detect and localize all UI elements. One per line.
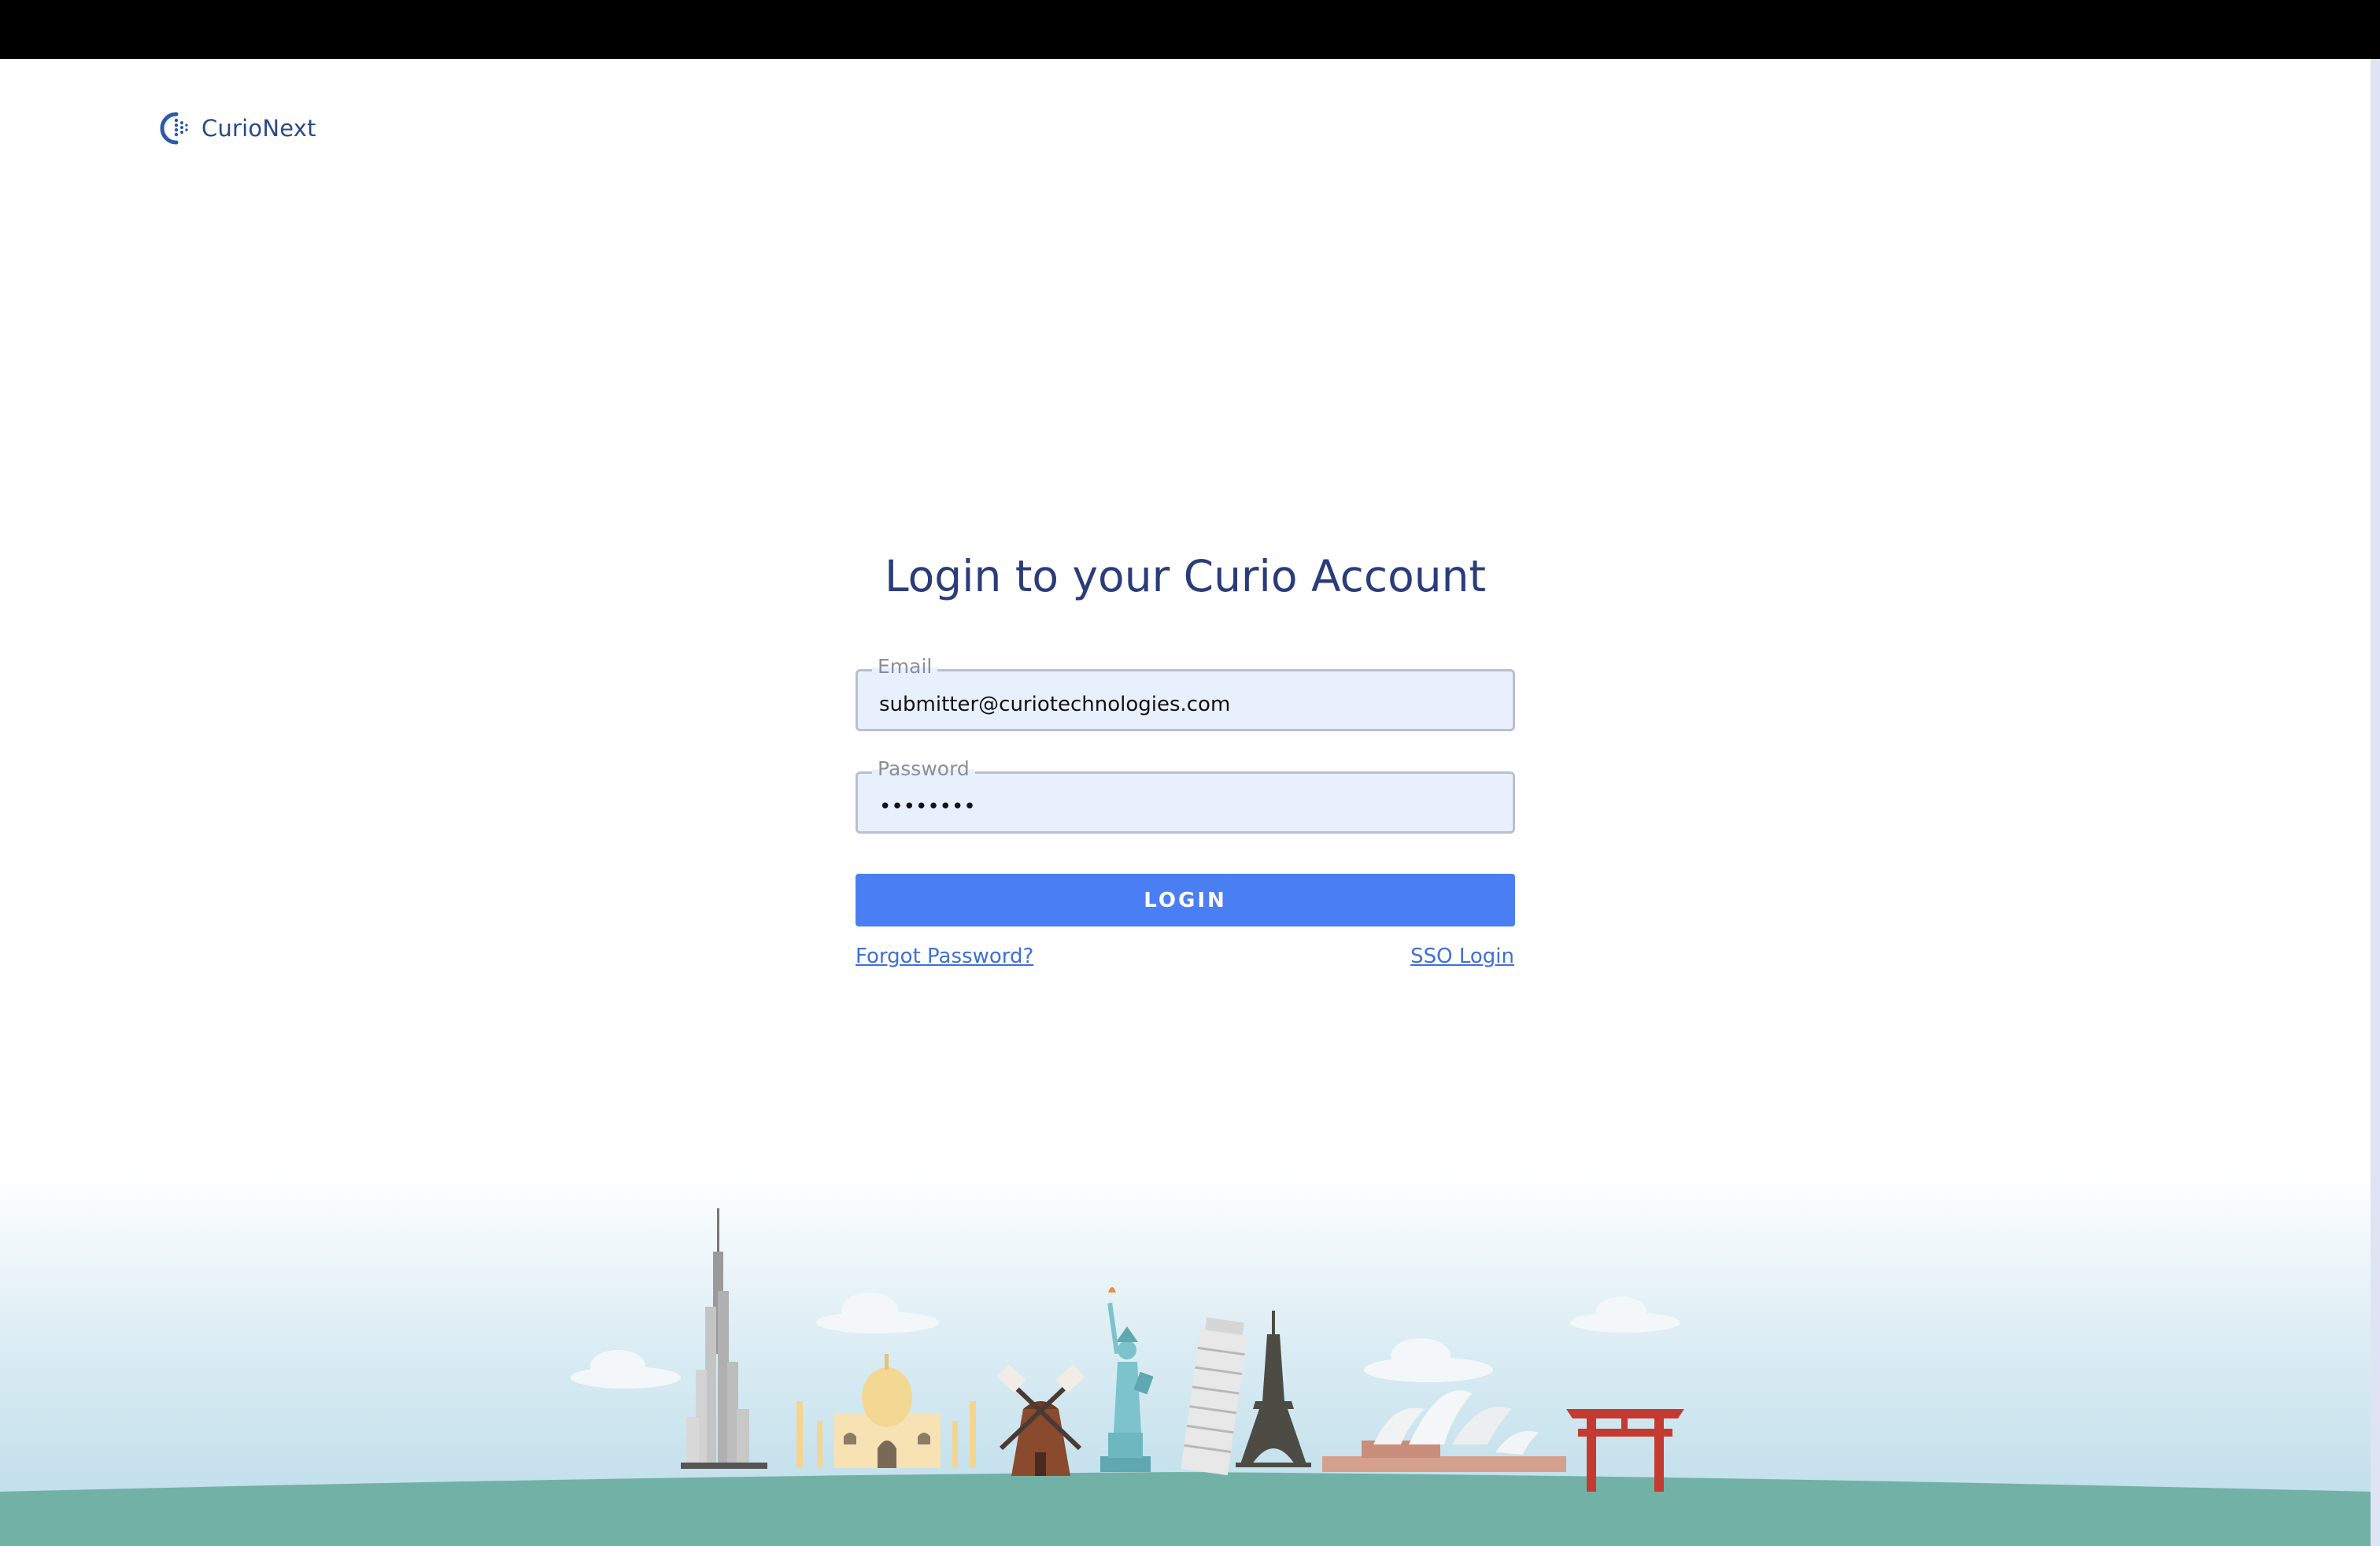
scrollbar-track[interactable] bbox=[2371, 59, 2380, 1546]
login-button[interactable]: LOGIN bbox=[856, 874, 1515, 926]
password-label: Password bbox=[872, 756, 975, 782]
top-black-bar bbox=[0, 0, 2380, 59]
sso-login-link[interactable]: SSO Login bbox=[1410, 945, 1514, 968]
email-input[interactable] bbox=[879, 690, 1493, 719]
landmarks-illustration bbox=[0, 1173, 2371, 1546]
email-label: Email bbox=[872, 654, 938, 679]
brand-logo[interactable]: CurioNext bbox=[157, 110, 316, 146]
page-title: Login to your Curio Account bbox=[884, 551, 1487, 601]
email-field[interactable]: Email bbox=[856, 654, 1515, 731]
password-field[interactable]: Password bbox=[856, 756, 1515, 834]
curio-logo-icon bbox=[160, 112, 188, 145]
password-input[interactable] bbox=[879, 793, 1493, 821]
forgot-password-link[interactable]: Forgot Password? bbox=[856, 945, 1033, 968]
brand-name: CurioNext bbox=[201, 115, 316, 142]
